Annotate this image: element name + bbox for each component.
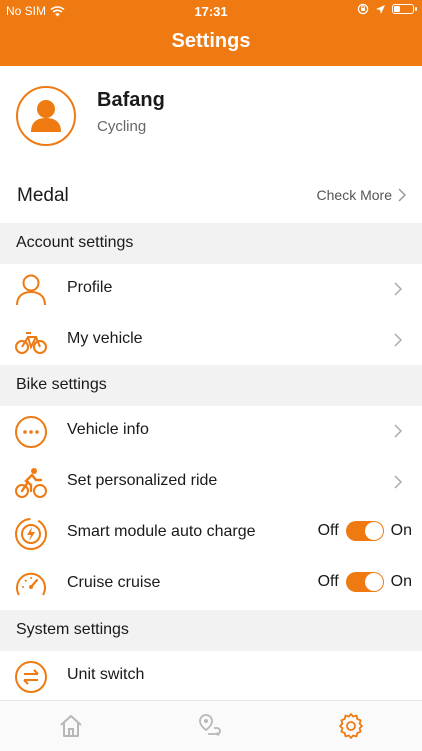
chevron-right-icon — [398, 188, 406, 202]
section-header-account: Account settings — [0, 223, 422, 264]
swap-arrows-icon — [15, 661, 47, 693]
speedometer-icon — [16, 572, 46, 596]
row-my-vehicle[interactable]: My vehicle — [0, 315, 422, 366]
chevron-right-icon — [394, 333, 402, 347]
toggle-off-label: Off — [317, 522, 339, 539]
row-label: Unit switch — [67, 666, 145, 683]
chevron-right-icon — [394, 424, 402, 438]
tab-bar — [0, 700, 422, 751]
status-bar: No SIM 17:31 — [0, 0, 422, 22]
row-label: Vehicle info — [67, 421, 149, 438]
bicycle-icon — [15, 332, 47, 354]
auto-charge-toggle[interactable] — [345, 521, 384, 541]
battery-icon — [392, 4, 417, 14]
row-label: Set personalized ride — [67, 472, 218, 489]
row-label: Smart module auto charge — [67, 523, 256, 540]
home-icon[interactable] — [57, 712, 85, 740]
location-arrow-icon — [376, 4, 385, 14]
more-dots-icon — [15, 416, 47, 448]
check-more-label: Check More — [316, 187, 392, 203]
route-map-icon[interactable] — [197, 712, 225, 740]
orientation-lock-icon — [357, 3, 369, 15]
toggle-on-label: On — [390, 573, 412, 590]
user-name: Bafang — [97, 89, 165, 111]
toggle-on-label: On — [390, 522, 412, 539]
row-unit-switch[interactable]: Unit switch — [0, 651, 422, 702]
row-label: My vehicle — [67, 330, 143, 347]
page-title: Settings — [171, 30, 251, 52]
row-label: Cruise cruise — [67, 574, 161, 591]
medal-label: Medal — [17, 185, 69, 206]
charge-icon — [15, 518, 47, 550]
person-icon — [31, 100, 61, 132]
section-header-bike: Bike settings — [0, 365, 422, 406]
chevron-right-icon — [394, 282, 402, 296]
row-personalized-ride[interactable]: Set personalized ride — [0, 457, 422, 508]
person-outline-icon — [16, 274, 46, 306]
section-header-system: System settings — [0, 610, 422, 651]
app-header: No SIM 17:31 Settings — [0, 0, 422, 66]
profile-card[interactable]: Bafang Cycling — [0, 66, 422, 170]
row-cruise: Cruise cruise Off On — [0, 559, 422, 610]
cruise-toggle[interactable] — [345, 572, 384, 592]
row-smart-module-auto-charge: Smart module auto charge Off On — [0, 508, 422, 559]
toggle-off-label: Off — [317, 573, 339, 590]
row-vehicle-info[interactable]: Vehicle info — [0, 406, 422, 457]
gear-icon[interactable] — [337, 712, 365, 740]
row-profile[interactable]: Profile — [0, 264, 422, 315]
chevron-right-icon — [394, 475, 402, 489]
user-subtitle: Cycling — [97, 118, 147, 135]
cyclist-icon — [15, 468, 47, 498]
check-more-link[interactable]: Check More — [317, 187, 406, 203]
avatar[interactable] — [16, 86, 76, 146]
row-label: Profile — [67, 279, 113, 296]
medal-row[interactable]: Medal Check More — [0, 170, 422, 223]
